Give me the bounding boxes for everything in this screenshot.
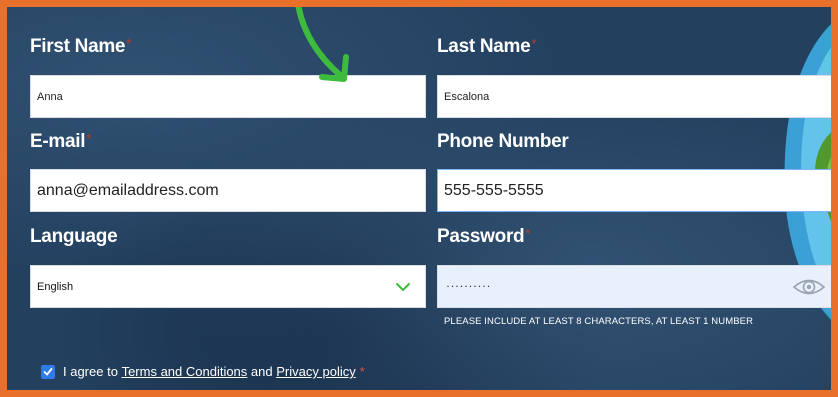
arrow-icon — [295, 7, 349, 82]
password-input[interactable]: ·········· — [437, 265, 831, 308]
language-label: Language — [30, 226, 118, 247]
last-name-label: Last Name* — [437, 36, 537, 57]
first-name-value: Anna — [37, 90, 63, 103]
terms-link[interactable]: Terms and Conditions — [122, 364, 248, 379]
signup-form-panel: First Name* Anna Last Name* Escalona E-m… — [0, 0, 838, 397]
password-label: Password* — [437, 226, 531, 247]
eye-icon[interactable] — [792, 276, 826, 298]
last-name-input[interactable]: Escalona — [437, 75, 831, 118]
phone-value: 555-555-5555 — [444, 181, 544, 199]
first-name-input[interactable]: Anna — [30, 75, 426, 118]
checkmark-icon — [43, 367, 53, 376]
phone-label: Phone Number — [437, 131, 569, 152]
email-input[interactable]: anna@emailaddress.com — [30, 169, 426, 212]
last-name-value: Escalona — [444, 90, 490, 103]
language-select[interactable]: English — [30, 265, 426, 308]
agree-row: I agree to Terms and Conditions and Priv… — [41, 364, 365, 379]
email-label: E-mail* — [30, 131, 91, 152]
agree-required-mark: * — [359, 364, 365, 379]
agree-text-between: and — [250, 364, 273, 379]
email-value: anna@emailaddress.com — [37, 181, 219, 199]
phone-input[interactable]: 555-555-5555 — [437, 169, 831, 212]
agree-text-before: I agree to — [63, 364, 118, 379]
chevron-down-icon[interactable] — [395, 282, 411, 292]
first-name-label: First Name* — [30, 36, 131, 57]
password-masked-value: ·········· — [446, 278, 491, 293]
privacy-link[interactable]: Privacy policy — [276, 364, 355, 379]
agree-checkbox[interactable] — [41, 364, 55, 379]
language-selected-value: English — [37, 280, 74, 293]
password-hint: PLEASE INCLUDE AT LEAST 8 CHARACTERS, AT… — [444, 316, 754, 327]
